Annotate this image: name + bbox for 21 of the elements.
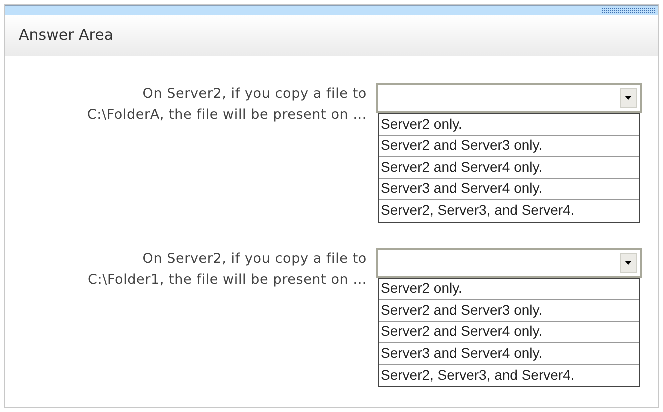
option-item[interactable]: Server3 and Server4 only. — [379, 343, 639, 364]
option-item[interactable]: Server2 and Server4 only. — [379, 322, 639, 343]
dropdown-arrow-button[interactable] — [620, 252, 637, 272]
option-item[interactable]: Server2 only. — [379, 278, 639, 300]
dropdown-field[interactable] — [376, 83, 642, 113]
caret-icon — [625, 96, 632, 100]
dropdown-field[interactable] — [376, 248, 642, 278]
dropdown-arrow-button[interactable] — [620, 88, 637, 108]
option-item[interactable]: Server2 and Server3 only. — [379, 300, 639, 322]
question-text: C:\FolderA, the file will be present on ... — [87, 106, 367, 125]
option-item[interactable]: Server2 only. — [379, 114, 639, 136]
option-item[interactable]: Server2 and Server4 only. — [379, 157, 639, 178]
header-title: Answer Area — [19, 25, 114, 46]
option-item[interactable]: Server3 and Server4 only. — [379, 178, 639, 200]
option-item[interactable]: Server2, Server3, and Server4. — [379, 200, 639, 222]
caret-icon — [625, 260, 632, 264]
question-text: On Server2, if you copy a file to — [142, 250, 367, 268]
option-item[interactable]: Server2, Server3, and Server4. — [379, 364, 639, 386]
question-text: C:\Folder1, the file will be present on ... — [88, 270, 367, 290]
option-item[interactable]: Server2 and Server3 only. — [379, 136, 639, 157]
question-text: On Server2, if you copy a file to — [142, 85, 367, 104]
